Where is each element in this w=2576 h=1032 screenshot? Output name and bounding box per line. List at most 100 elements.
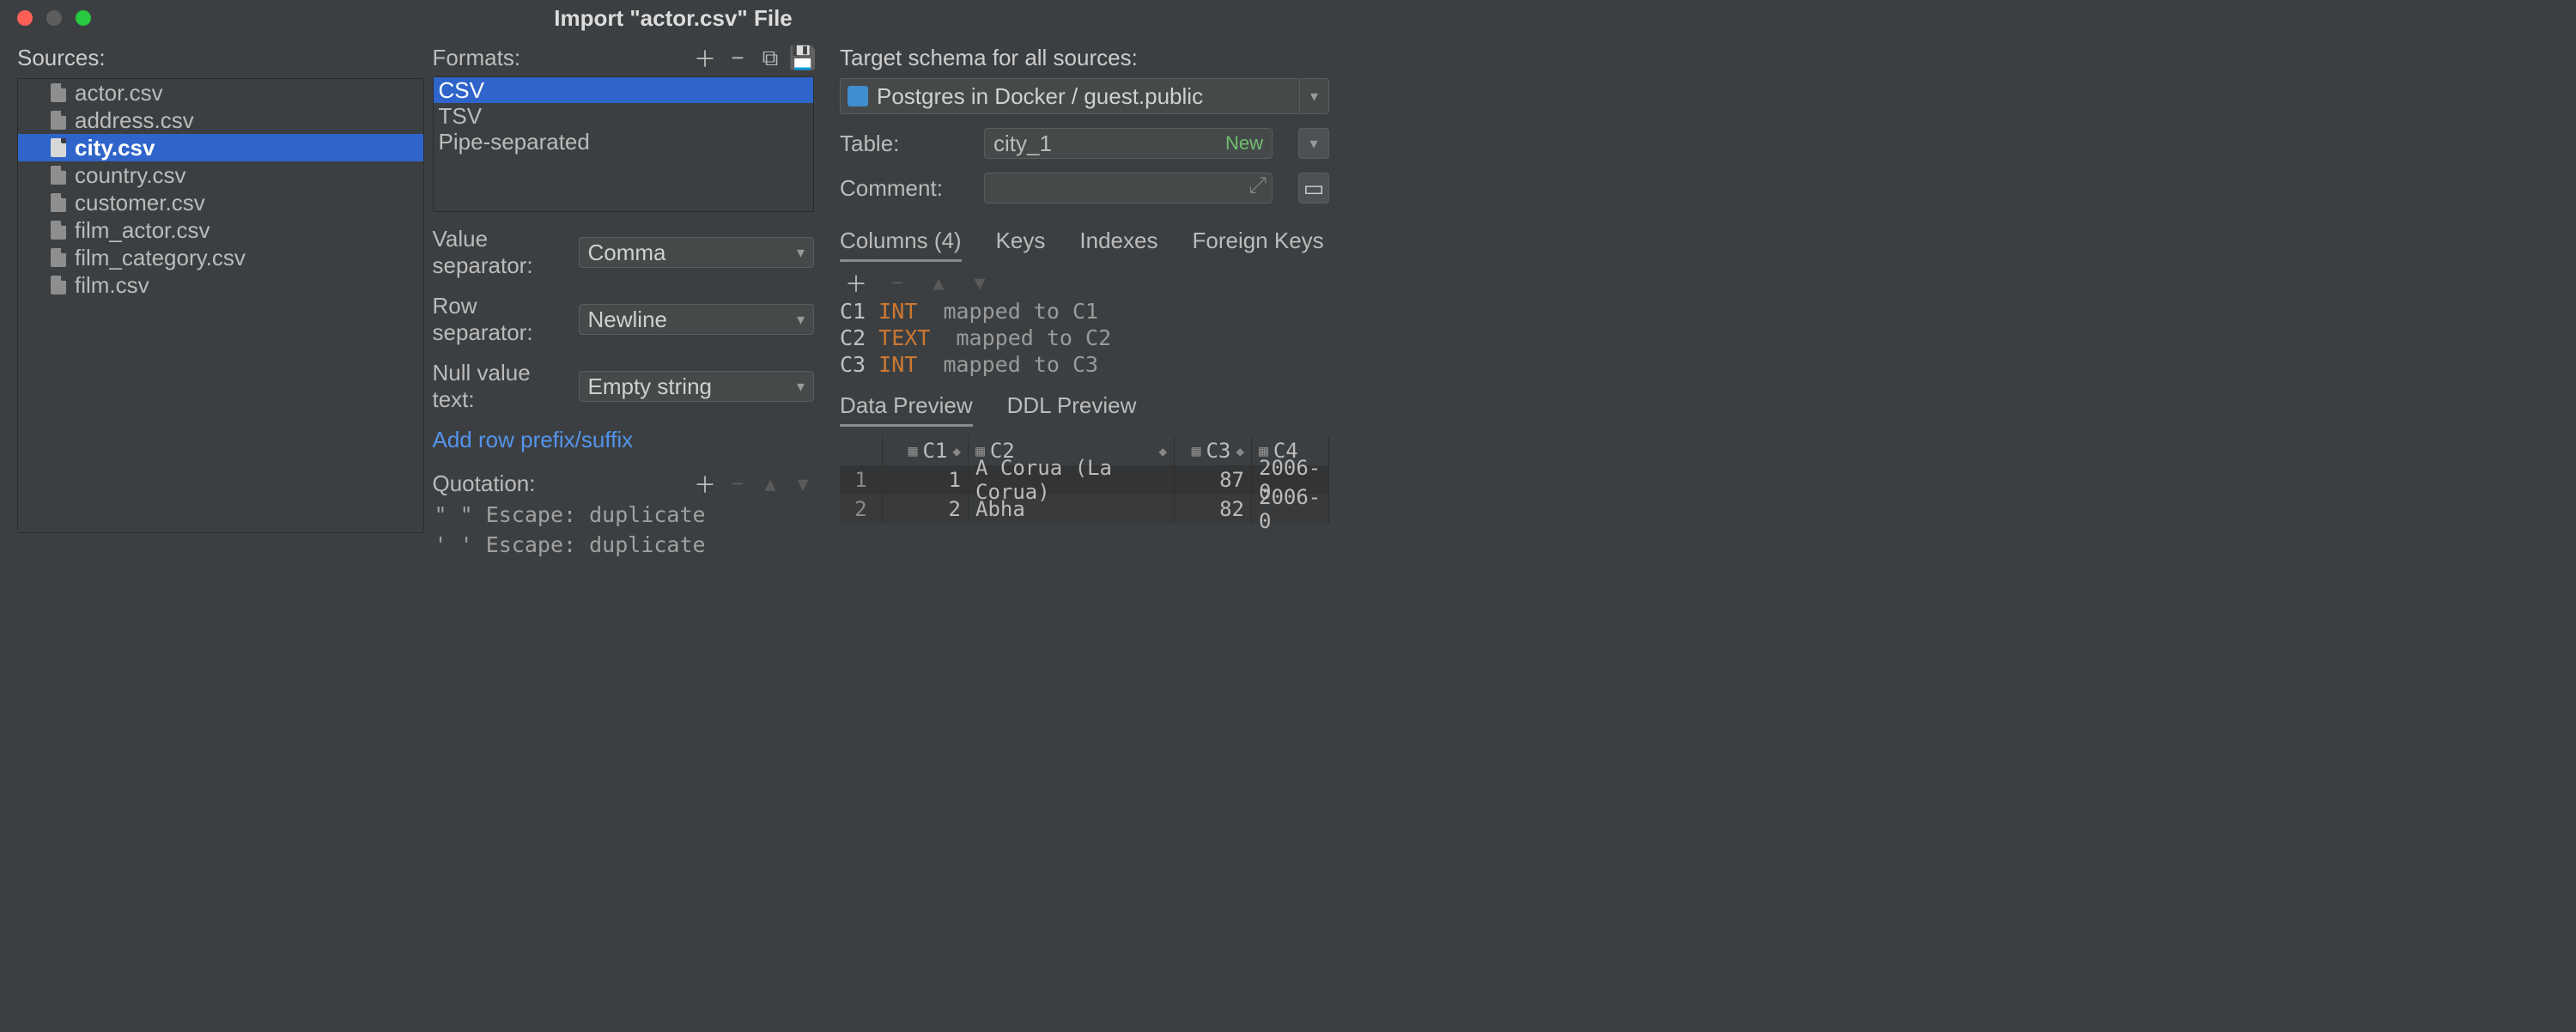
column-row[interactable]: C3 INT mapped to C3 (840, 352, 1329, 377)
comment-label: Comment: (840, 175, 969, 202)
target-schema-label: Target schema for all sources: (840, 45, 1329, 71)
file-icon (51, 248, 66, 267)
column-map: mapped to C2 (957, 325, 1112, 350)
file-icon (51, 111, 66, 130)
chevron-down-icon: ▾ (1309, 135, 1317, 153)
remove-format-icon[interactable]: − (726, 47, 749, 70)
column-icon: ▦ (908, 442, 918, 460)
copy-format-icon[interactable]: ⧉ (759, 47, 781, 70)
schema-dropdown-button[interactable]: ▾ (1300, 78, 1329, 114)
data-preview-table: ▦C1◆ ▦C2◆ ▦C3◆ ▦C4 1 1 A Corua (La Corua… (840, 436, 1329, 524)
add-column-icon[interactable]: ＋ (845, 271, 867, 294)
column-header[interactable]: ▦C1◆ (883, 436, 969, 465)
quotation-row[interactable]: " " Escape: duplicate (433, 502, 815, 527)
cell[interactable]: 2 (883, 495, 969, 524)
column-name: C1 (840, 299, 866, 324)
value-sep-value: Comma (588, 240, 666, 266)
source-name: address.csv (75, 107, 194, 134)
close-window-button[interactable] (17, 10, 33, 26)
value-sep-dropdown[interactable]: Comma ▾ (579, 237, 815, 268)
quotation-label: Quotation: (433, 470, 684, 497)
titlebar: Import "actor.csv" File (0, 0, 1346, 36)
chevron-down-icon: ▾ (797, 378, 805, 396)
move-up-icon: ▴ (759, 473, 781, 495)
sort-icon: ◆ (952, 443, 961, 459)
table-label: Table: (840, 131, 969, 157)
list-item[interactable]: city.csv (18, 134, 423, 161)
row-sep-dropdown[interactable]: Newline ▾ (579, 304, 815, 335)
column-row[interactable]: C2 TEXT mapped to C2 (840, 325, 1329, 350)
list-item[interactable]: country.csv (18, 161, 423, 189)
file-icon (51, 193, 66, 212)
table-name-input[interactable]: city_1 New (984, 128, 1273, 159)
tab-indexes[interactable]: Indexes (1079, 228, 1157, 262)
formats-label: Formats: (433, 45, 684, 71)
comment-button[interactable]: ▭ (1298, 173, 1329, 203)
format-item[interactable]: Pipe-separated (434, 129, 814, 155)
add-row-prefix-link[interactable]: Add row prefix/suffix (433, 427, 815, 453)
minimize-window-button[interactable] (46, 10, 62, 26)
source-name: customer.csv (75, 190, 205, 216)
maximize-window-button[interactable] (76, 10, 91, 26)
add-quotation-icon[interactable]: ＋ (694, 473, 716, 495)
columns-mapping: C1 INT mapped to C1 C2 TEXT mapped to C2… (840, 299, 1329, 377)
cell[interactable]: A Corua (La Corua) (969, 465, 1175, 495)
null-text-value: Empty string (588, 373, 713, 400)
file-icon (51, 138, 66, 157)
cell[interactable]: 82 (1175, 495, 1252, 524)
tab-foreign-keys[interactable]: Foreign Keys (1192, 228, 1323, 262)
expand-icon: ⤢ (1249, 172, 1267, 199)
list-item[interactable]: film_actor.csv (18, 216, 423, 244)
column-name: C3 (840, 352, 866, 377)
column-down-icon: ▾ (969, 271, 991, 294)
value-sep-label: Value separator: (433, 226, 579, 279)
list-item[interactable]: actor.csv (18, 79, 423, 106)
source-name: country.csv (75, 162, 186, 189)
chevron-down-icon: ▾ (797, 311, 805, 329)
tab-columns[interactable]: Columns (4) (840, 228, 962, 262)
table-dropdown-button[interactable]: ▾ (1298, 128, 1329, 159)
table-name-value: city_1 (993, 131, 1052, 157)
postgres-icon (848, 86, 868, 106)
format-item[interactable]: CSV (434, 77, 814, 103)
tab-keys[interactable]: Keys (996, 228, 1046, 262)
remove-column-icon: − (886, 271, 908, 294)
window-controls (17, 10, 91, 26)
list-item[interactable]: address.csv (18, 106, 423, 134)
remove-quotation-icon: − (726, 473, 749, 495)
cell[interactable]: 87 (1175, 465, 1252, 495)
row-sep-value: Newline (588, 307, 668, 333)
file-icon (51, 166, 66, 185)
sources-list: actor.csv address.csv city.csv country.c… (17, 78, 424, 533)
row-number-header (840, 436, 883, 465)
column-row[interactable]: C1 INT mapped to C1 (840, 299, 1329, 324)
target-schema-dropdown[interactable]: Postgres in Docker / guest.public (840, 78, 1300, 114)
cell[interactable]: 1 (883, 465, 969, 495)
cell[interactable]: 2006-0 (1252, 495, 1329, 524)
chevron-down-icon: ▾ (1310, 88, 1318, 106)
source-name: actor.csv (75, 80, 163, 106)
save-format-icon: 💾 (792, 47, 814, 70)
row-sep-label: Row separator: (433, 293, 579, 346)
sources-label: Sources: (17, 45, 424, 71)
row-number: 2 (840, 495, 883, 524)
add-format-icon[interactable]: ＋ (694, 47, 716, 70)
tab-data-preview[interactable]: Data Preview (840, 392, 973, 427)
format-item[interactable]: TSV (434, 103, 814, 129)
list-item[interactable]: film.csv (18, 271, 423, 299)
column-header[interactable]: ▦C3◆ (1175, 436, 1252, 465)
col-label: C3 (1206, 439, 1230, 463)
column-type: INT (878, 299, 917, 324)
source-name: film_actor.csv (75, 217, 210, 244)
column-name: C2 (840, 325, 866, 350)
comment-input[interactable]: ⤢ (984, 173, 1273, 203)
null-text-dropdown[interactable]: Empty string ▾ (579, 371, 815, 402)
cell[interactable]: Abha (969, 495, 1175, 524)
quotation-row[interactable]: ' ' Escape: duplicate (433, 532, 815, 557)
window-title: Import "actor.csv" File (554, 5, 793, 32)
column-up-icon: ▴ (927, 271, 950, 294)
column-icon: ▦ (1192, 442, 1201, 460)
list-item[interactable]: customer.csv (18, 189, 423, 216)
tab-ddl-preview[interactable]: DDL Preview (1007, 392, 1137, 427)
list-item[interactable]: film_category.csv (18, 244, 423, 271)
